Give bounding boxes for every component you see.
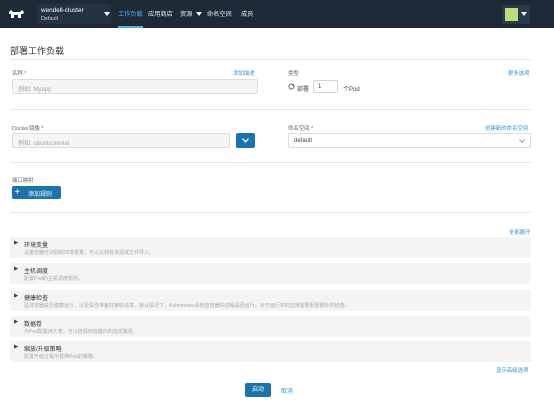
section-volumes[interactable]: ▶ 数据卷 为Pod配置持久卷，可以挂载到容器内的指定路径。 bbox=[10, 316, 531, 337]
pod-unit-label: 个Pod bbox=[343, 87, 360, 93]
section-title: 环境变量 bbox=[24, 243, 49, 249]
image-dropdown-button[interactable] bbox=[236, 133, 255, 148]
nav-namespaces[interactable]: 命名空间 bbox=[207, 9, 232, 28]
namespace-label: 命名空间 * bbox=[288, 126, 314, 132]
name-label: 名称 * bbox=[12, 71, 27, 77]
create-namespace-link[interactable]: 创建新的命名空间 bbox=[485, 124, 528, 132]
type-label: 类型 bbox=[288, 71, 299, 77]
pod-count-input[interactable]: 1 bbox=[313, 80, 338, 93]
nav-workloads[interactable]: 工作负载 bbox=[118, 9, 143, 28]
section-description: 为Pod配置持久卷，可以挂载到容器内的指定路径。 bbox=[24, 329, 138, 335]
section-description: 配置Pod的主机调度规则。 bbox=[24, 276, 83, 282]
plus-icon: + bbox=[15, 187, 20, 196]
image-input[interactable]: 例如: ubuntu:xenial bbox=[12, 133, 230, 148]
section-title: 健康检查 bbox=[24, 296, 49, 302]
section-description: 设置容器可识别的环境变量，可以从现有资源或文件导入。 bbox=[24, 250, 155, 256]
show-advanced-link[interactable]: 显示高级选项 bbox=[496, 366, 528, 374]
more-options-link[interactable]: 更多选项 bbox=[508, 69, 530, 77]
nav-resources[interactable]: 资源 bbox=[180, 9, 203, 28]
add-rule-button[interactable]: + 添加规则 bbox=[12, 186, 61, 199]
nav-app-store[interactable]: 应用商店 bbox=[148, 9, 173, 28]
namespace-name: Default bbox=[41, 16, 59, 22]
nav-members[interactable]: 成员 bbox=[241, 9, 253, 28]
chevron-down-icon bbox=[242, 138, 249, 143]
section-title: 主机调度 bbox=[24, 269, 49, 275]
section-node-scheduling[interactable]: ▶ 主机调度 配置Pod的主机调度规则。 bbox=[10, 263, 531, 284]
caret-right-icon: ▶ bbox=[14, 293, 19, 299]
page-title: 部署工作负载 bbox=[10, 46, 65, 56]
cluster-name: wendell-cluster bbox=[41, 7, 84, 14]
avatar bbox=[505, 8, 518, 21]
deploy-label: 部署 bbox=[297, 87, 310, 93]
user-menu[interactable] bbox=[502, 5, 530, 24]
expand-all-link[interactable]: 全部展开 bbox=[509, 228, 531, 236]
cluster-switcher[interactable]: wendell-cluster Default bbox=[37, 4, 111, 24]
top-navbar: wendell-cluster Default 工作负载 应用商店 资源 命名空… bbox=[0, 0, 554, 28]
caret-right-icon: ▶ bbox=[14, 240, 19, 246]
section-title: 缩放/升级策略 bbox=[24, 347, 62, 353]
nav-resources-label: 资源 bbox=[180, 11, 193, 18]
namespace-select-value: default bbox=[294, 138, 313, 144]
port-mapping-label: 端口映射 bbox=[12, 178, 34, 184]
section-description: 监测容器是否健康运行，以及是否准备好接收请求。默认情况下，Kubernetes会… bbox=[24, 303, 350, 309]
section-env-vars[interactable]: ▶ 环境变量 设置容器可识别的环境变量，可以从现有资源或文件导入。 bbox=[10, 237, 531, 258]
divider bbox=[10, 212, 531, 213]
name-input[interactable]: 例如: Myapp bbox=[12, 79, 258, 94]
refresh-icon bbox=[288, 83, 295, 90]
divider bbox=[10, 162, 531, 163]
launch-button[interactable]: 启动 bbox=[245, 383, 271, 397]
section-health-check[interactable]: ▶ 健康检查 监测容器是否健康运行，以及是否准备好接收请求。默认情况下，Kube… bbox=[10, 290, 531, 311]
chevron-down-icon bbox=[521, 12, 527, 16]
section-title: 数据卷 bbox=[24, 322, 43, 328]
chevron-down-icon bbox=[104, 12, 110, 16]
caret-right-icon: ▶ bbox=[14, 319, 19, 325]
chevron-down-icon bbox=[196, 12, 203, 16]
rancher-logo-icon[interactable] bbox=[8, 9, 25, 19]
caret-right-icon: ▶ bbox=[14, 344, 19, 350]
image-label: Docker镜像 * bbox=[12, 126, 44, 132]
add-rule-label: 添加规则 bbox=[28, 192, 53, 198]
caret-right-icon: ▶ bbox=[14, 266, 19, 272]
cancel-button[interactable]: 取消 bbox=[281, 386, 293, 395]
divider bbox=[10, 59, 531, 60]
chevron-down-icon bbox=[519, 139, 525, 143]
divider bbox=[10, 109, 531, 110]
namespace-select[interactable]: default bbox=[288, 133, 531, 148]
add-description-link[interactable]: 添加描述 bbox=[233, 69, 255, 77]
section-description: 配置升级过程中替换Pod的策略。 bbox=[24, 354, 98, 360]
section-scaling-upgrade[interactable]: ▶ 缩放/升级策略 配置升级过程中替换Pod的策略。 bbox=[10, 341, 531, 362]
